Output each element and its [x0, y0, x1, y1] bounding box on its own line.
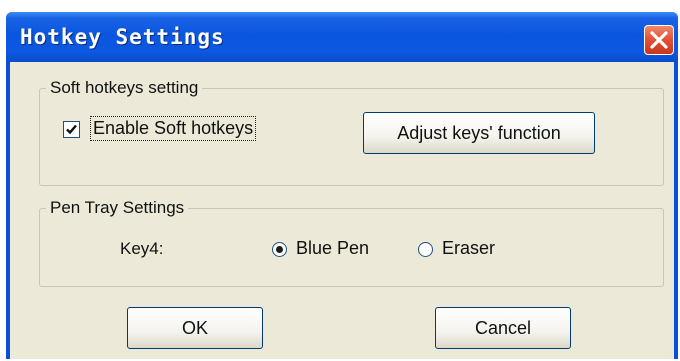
- checkmark-icon: [66, 124, 77, 135]
- eraser-radio[interactable]: [418, 242, 433, 257]
- blue-pen-label[interactable]: Blue Pen: [296, 238, 369, 259]
- close-button[interactable]: [644, 25, 674, 55]
- adjust-keys-function-button[interactable]: Adjust keys' function: [363, 112, 595, 154]
- key4-label: Key4:: [120, 239, 164, 258]
- soft-hotkeys-legend: Soft hotkeys setting: [50, 78, 199, 97]
- ok-button[interactable]: OK: [127, 307, 263, 349]
- close-icon: [650, 31, 668, 49]
- dialog-client-area: Soft hotkeys setting Enable Soft hotkeys…: [10, 62, 674, 359]
- window-title: Hotkey Settings: [20, 25, 225, 49]
- hotkey-settings-window: Hotkey Settings Soft hotkeys setting Ena…: [6, 12, 678, 359]
- pen-tray-legend: Pen Tray Settings: [50, 198, 185, 217]
- title-bar[interactable]: Hotkey Settings: [6, 12, 678, 62]
- enable-soft-hotkeys-checkbox[interactable]: [63, 121, 80, 138]
- cancel-button[interactable]: Cancel: [435, 307, 571, 349]
- enable-soft-hotkeys-label[interactable]: Enable Soft hotkeys: [89, 116, 257, 141]
- eraser-label[interactable]: Eraser: [442, 238, 495, 259]
- radio-selected-dot: [276, 246, 283, 253]
- blue-pen-radio[interactable]: [272, 242, 287, 257]
